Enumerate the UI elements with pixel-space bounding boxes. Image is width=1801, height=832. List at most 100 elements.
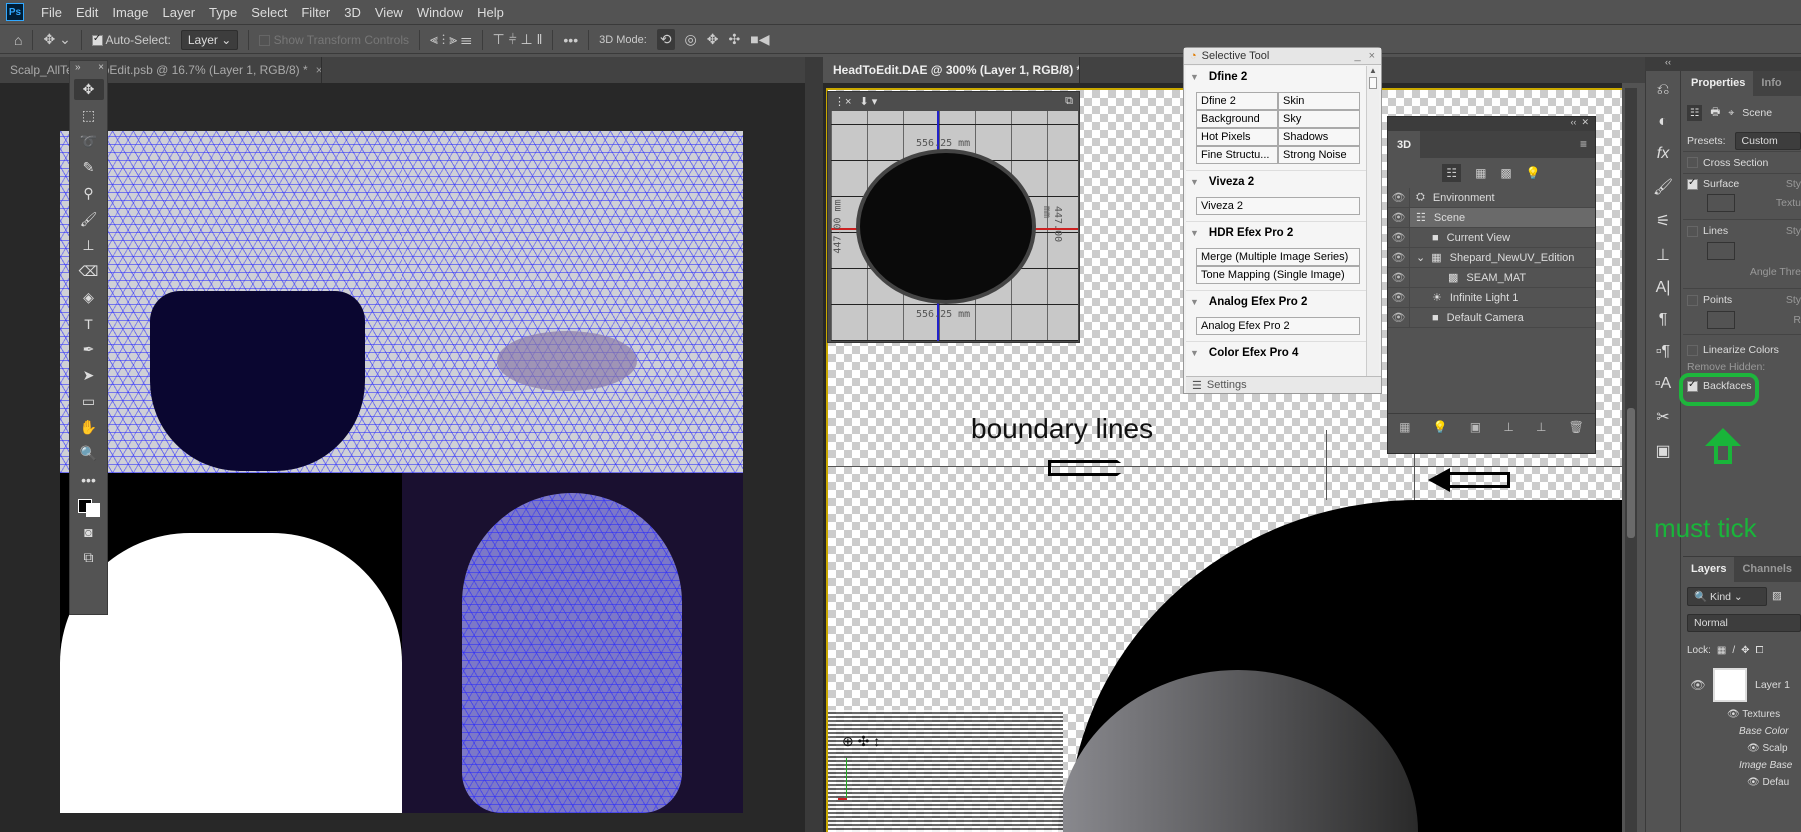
home-icon[interactable]: ⌂ [14,32,22,48]
lasso-tool[interactable]: ➰ [74,131,104,152]
paragraph-styles-icon[interactable]: ▫¶ [1656,343,1670,361]
camera-3d-icon[interactable]: ■◀ [750,31,769,48]
layer-filter-dropdown[interactable]: 🔍 Kind ⌄ [1687,586,1767,606]
close-icon[interactable]: ✕ [1581,117,1589,127]
menu-select[interactable]: Select [244,5,294,20]
lock-position-icon[interactable]: ✥ [1741,645,1749,656]
auto-select-checkbox[interactable]: Auto-Select: [91,33,171,47]
lines-color-swatch[interactable] [1707,242,1735,260]
points-color-swatch[interactable] [1707,311,1735,329]
tab-layers[interactable]: Layers [1683,557,1735,582]
coordinates-icon[interactable]: ⌖ [1728,107,1734,120]
menu-file[interactable]: File [34,5,69,20]
visibility-eye-icon[interactable]: 👁 [1388,308,1410,327]
visibility-eye-icon[interactable]: 👁 [1683,678,1713,692]
light-filter-icon[interactable]: 💡 [1526,166,1541,180]
more-tools-icon[interactable]: ••• [74,469,104,490]
texture-default-row[interactable]: 👁 Defau [1747,774,1801,791]
fine-structure-button[interactable]: Fine Structu... [1196,146,1278,164]
menu-image[interactable]: Image [105,5,155,20]
scrollbar-thumb[interactable] [1627,408,1635,538]
shadows-button[interactable]: Shadows [1278,128,1360,146]
visibility-eye-icon[interactable]: 👁 [1388,288,1410,307]
dfine-button[interactable]: Dfine 2 [1196,92,1278,110]
strong-noise-button[interactable]: Strong Noise [1278,146,1360,164]
tab-left-document[interactable]: Scalp_AllTe oEdit.psb @ 16.7% (Layer 1, R… [0,57,322,83]
brush-settings-icon[interactable]: 🖌 [1653,177,1673,197]
3d-item-environment[interactable]: ⛭ Environment [1410,188,1595,207]
brush-presets-icon[interactable]: ⚟ [1656,211,1670,231]
tab-info[interactable]: Info [1753,71,1789,96]
close-icon[interactable]: ⋮× [834,95,851,108]
lock-artboard-icon[interactable]: ⧠ [1756,645,1764,656]
orbit-3d-icon[interactable]: ⟲ [656,29,675,50]
skin-button[interactable]: Skin [1278,92,1360,110]
points-checkbox[interactable] [1687,294,1698,306]
textures-row[interactable]: 👁 Textures [1727,706,1801,723]
sky-button[interactable]: Sky [1278,110,1360,128]
section-hdr-efex[interactable]: ▼ HDR Efex Pro 2 [1186,222,1368,244]
menu-3d[interactable]: 3D [337,5,368,20]
brush-tool[interactable]: 🖌 [74,209,104,230]
material-filter-icon[interactable]: ▩ [1500,166,1511,180]
menu-help[interactable]: Help [470,5,511,20]
color-swatches[interactable] [74,495,104,517]
type-tool[interactable]: T [74,313,104,334]
render-settings-icon[interactable]: 🖶 [1710,104,1720,122]
move-tool[interactable]: ✥ [73,79,104,100]
minimize-icon[interactable]: _ [1354,50,1360,62]
tab-3d[interactable]: 3D [1388,131,1420,158]
3d-item-default-camera[interactable]: ■ Default Camera [1410,308,1595,327]
character-styles-icon[interactable]: ▫A [1655,375,1671,393]
adjustments-icon[interactable]: ◐ [1658,113,1668,131]
3d-item-material[interactable]: ▩ SEAM_MAT [1410,268,1595,287]
move-tool-icon[interactable]: ✥ ⌄ [43,31,70,48]
tool-presets-icon[interactable]: ✂ [1656,407,1669,427]
slide-3d-icon[interactable]: ✣ [729,31,741,48]
close-icon[interactable]: × [98,62,104,73]
styles-fx-icon[interactable]: fx [1657,145,1669,163]
menu-edit[interactable]: Edit [69,5,105,20]
blend-mode-dropdown[interactable]: Normal [1687,614,1801,632]
scene-filter-icon[interactable]: ☷ [1442,164,1462,182]
presets-dropdown[interactable]: Custom [1734,131,1801,150]
visibility-eye-icon[interactable]: 👁 [1388,268,1410,287]
lock-transparency-icon[interactable]: ▦ [1717,645,1726,656]
tab-channels[interactable]: Channels [1734,557,1800,582]
tab-properties[interactable]: Properties [1683,71,1754,96]
swap-view-icon[interactable]: ⧉ [1065,95,1073,108]
delete-icon[interactable]: 🗑 [1569,420,1584,434]
scene-mode-icon[interactable]: ☷ [1687,105,1703,121]
menu-type[interactable]: Type [202,5,244,20]
lock-pixels-icon[interactable]: / [1732,645,1735,656]
3d-axis-widget-icons[interactable]: ⊕ ✣ ↕ [842,733,880,750]
vertical-scrollbar[interactable] [1625,88,1637,832]
panel-menu-icon[interactable]: ≡ [1572,131,1595,158]
settings-button[interactable]: ☰ Settings [1186,376,1381,393]
image-filter-icon[interactable]: ▨ [1772,590,1782,602]
clone-source-icon[interactable]: ⊥ [1656,245,1670,265]
linearize-colors-checkbox[interactable] [1687,344,1698,356]
visibility-eye-icon[interactable]: 👁 [1388,228,1410,247]
quick-select-tool[interactable]: ✎ [74,157,104,178]
dock-collapse-bar[interactable]: ‹‹ [1645,57,1801,71]
3d-item-current-view[interactable]: ■ Current View [1410,228,1595,247]
paint-bucket-tool[interactable]: ◈ [74,287,104,308]
close-icon[interactable]: × [1369,50,1375,62]
secondary-3d-view[interactable]: ⋮× ⬇ ▾ ⧉ 556.25 mm 556.25 mm 447.00 mm 4… [827,91,1080,343]
pen-tool[interactable]: ✒ [74,339,104,360]
rectangle-tool[interactable]: ▭ [74,391,104,412]
tone-mapping-button[interactable]: Tone Mapping (Single Image) [1196,266,1360,284]
visibility-eye-icon[interactable]: 👁 [1388,188,1410,207]
visibility-eye-icon[interactable]: 👁 [1388,208,1410,227]
lines-checkbox[interactable] [1687,225,1698,237]
section-viveza[interactable]: ▼ Viveza 2 [1186,171,1368,193]
document-splitter[interactable] [805,57,823,832]
zoom-tool[interactable]: 🔍 [74,443,104,464]
menu-layer[interactable]: Layer [156,5,203,20]
collapse-icon[interactable]: ‹‹ [1570,117,1576,127]
background-button[interactable]: Background [1196,110,1278,128]
align-icons[interactable]: ⫷ ⫶ ⫸ ☰ [430,31,471,48]
unground-icon[interactable]: ⊥ [1536,420,1546,434]
selective-scrollbar[interactable]: ▲ [1366,66,1379,376]
